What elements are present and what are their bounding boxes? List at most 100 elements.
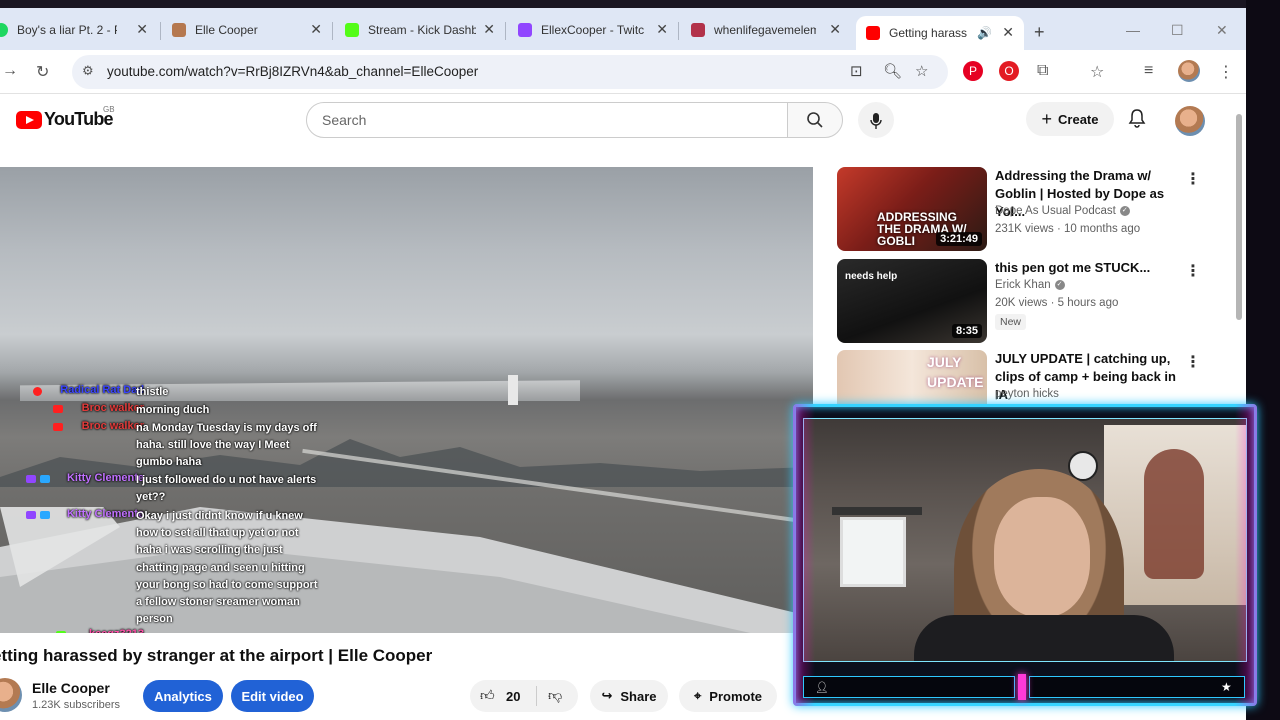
chat-username: keegz3213 (89, 628, 144, 633)
forward-icon[interactable]: → (2, 62, 18, 80)
recommended-channel-name: Dope As Usual Podcast (995, 205, 1116, 217)
star-icon: ★ (1221, 680, 1232, 694)
close-tab-icon[interactable]: ✕ (1002, 24, 1014, 41)
chat-text: I just followed do u not have alerts yet… (136, 474, 317, 504)
minimize-icon[interactable]: — (1126, 22, 1140, 38)
recommended-channel-name: peyton hicks (995, 388, 1059, 400)
channel-name[interactable]: Elle Cooper (32, 680, 110, 696)
video-player[interactable]: Radical Rat Dad thistle Broc walker morn… (0, 167, 813, 633)
dislike-icon[interactable]: 👎︎ (548, 687, 562, 704)
address-bar[interactable]: ⚙ youtube.com/watch?v=RrBj8IZRVn4&ab_cha… (72, 55, 948, 89)
youtube-play-icon (16, 110, 42, 129)
video-thumbnail[interactable]: ADDRESSING THE DRAMA W/ GOBLI 3:21:49 (837, 167, 987, 251)
new-badge: New (995, 314, 1027, 330)
youtube-badge-icon (53, 423, 63, 431)
recommended-channel[interactable]: peyton hicks (995, 388, 1059, 400)
tab-title: whenlifegavemelem (714, 23, 816, 37)
close-tab-icon[interactable]: ✕ (656, 21, 668, 38)
scrollbar-thumb[interactable] (1236, 114, 1242, 320)
verified-check-icon: ✓ (1119, 205, 1130, 216)
close-tab-icon[interactable]: ✕ (483, 21, 495, 38)
voice-search-button[interactable] (858, 102, 894, 138)
opera-icon[interactable]: O (999, 61, 1019, 81)
more-menu-icon[interactable]: ⋮ (1218, 62, 1234, 82)
tab-youtube-active[interactable]: Getting harass 🔊 ✕ (856, 16, 1024, 50)
webcam-person-body (914, 615, 1174, 661)
like-count[interactable]: 20 (506, 689, 520, 704)
recommended-video-title[interactable]: this pen got me STUCK... (995, 259, 1187, 277)
plus-icon: + (1041, 108, 1053, 129)
recommended-video[interactable]: needs help 8:35 this pen got me STUCK...… (837, 259, 1207, 343)
share-label: Share (620, 688, 657, 704)
maximize-icon[interactable]: ☐ (1171, 22, 1184, 39)
media-controls-icon[interactable]: ≡ (1144, 62, 1153, 80)
recommended-video-meta: 20K views · 5 hours ago (995, 297, 1119, 309)
webcam-window (840, 517, 906, 587)
like-icon[interactable]: 👍︎ (480, 687, 495, 704)
promote-button[interactable]: ⌖ Promote (679, 680, 777, 712)
kick-icon (345, 23, 359, 37)
close-tab-icon[interactable]: ✕ (310, 21, 322, 38)
tab-kick-dashboard[interactable]: Stream - Kick Dashb ✕ (345, 18, 495, 42)
subscriber-badge-icon (40, 475, 50, 483)
search-input[interactable]: Search (306, 102, 788, 138)
spotify-icon (0, 23, 8, 37)
tab-title: Elle Cooper (195, 23, 258, 37)
recommended-video-meta: 231K views · 10 months ago (995, 223, 1141, 235)
tab-bar: Boy's a liar Pt. 2 - P ✕ Elle Cooper ✕ S… (0, 0, 1246, 50)
share-button[interactable]: ↪ Share (590, 680, 668, 712)
create-button[interactable]: + Create (1026, 102, 1114, 136)
tab-elle-cooper[interactable]: Elle Cooper ✕ (172, 18, 322, 42)
zoom-icon[interactable]: 🔍︎ (883, 62, 902, 80)
twitch-icon (518, 23, 532, 37)
analytics-button[interactable]: Analytics (143, 680, 223, 712)
promote-icon: ⌖ (693, 688, 702, 703)
recommended-video[interactable]: ADDRESSING THE DRAMA W/ GOBLI 3:21:49 Ad… (837, 167, 1207, 251)
new-tab-button[interactable]: + (1034, 22, 1045, 43)
pinterest-icon[interactable]: P (963, 61, 983, 81)
more-actions-icon[interactable]: ⋮ (1185, 261, 1201, 281)
account-avatar[interactable] (1175, 106, 1205, 136)
page-scrollbar[interactable] (1234, 100, 1244, 330)
extensions-icon[interactable]: ⧉ (1037, 62, 1048, 80)
tab-twitch[interactable]: EllexCooper - Twitc ✕ (518, 18, 668, 42)
video-thumbnail[interactable]: needs help 8:35 (837, 259, 987, 343)
kick-badge-icon (56, 631, 66, 633)
tab-spotify[interactable]: Boy's a liar Pt. 2 - P ✕ (0, 18, 148, 42)
webcam-info-bar (1029, 676, 1245, 698)
profile-avatar[interactable] (1178, 60, 1200, 82)
reload-icon[interactable]: ↻ (36, 62, 49, 82)
site-info-icon[interactable]: ⚙ (82, 63, 94, 79)
site-favicon-icon (691, 23, 705, 37)
search-button[interactable] (787, 102, 843, 138)
chat-text: thistle (136, 386, 169, 398)
webcam-overlay: 👤︎ ★ (793, 404, 1257, 706)
promote-label: Promote (709, 688, 763, 704)
browser-toolbar: → ↻ ⚙ youtube.com/watch?v=RrBj8IZRVn4&ab… (0, 50, 1246, 94)
edit-video-button[interactable]: Edit video (231, 680, 314, 712)
tab-title: Getting harass (889, 26, 968, 40)
close-tab-icon[interactable]: ✕ (136, 21, 148, 38)
close-window-icon[interactable]: ✕ (1216, 22, 1228, 39)
recommended-channel[interactable]: Erick Khan ✓ (995, 279, 1065, 291)
close-tab-icon[interactable]: ✕ (829, 21, 841, 38)
recommended-channel[interactable]: Dope As Usual Podcast ✓ (995, 205, 1130, 217)
country-code: GB (103, 105, 115, 114)
address-url[interactable]: youtube.com/watch?v=RrBj8IZRVn4&ab_chann… (107, 64, 478, 79)
youtube-favicon-icon (866, 26, 880, 40)
notifications-bell-icon[interactable] (1128, 108, 1146, 133)
tab-whenlifegavemelemons[interactable]: whenlifegavemelem ✕ (691, 18, 841, 42)
tab-title: Boy's a liar Pt. 2 - P (17, 23, 117, 37)
youtube-logo[interactable]: YouTube GB (16, 105, 115, 130)
more-actions-icon[interactable]: ⋮ (1185, 169, 1201, 189)
bookmarks-icon[interactable]: ☆ (1090, 62, 1104, 82)
bookmark-star-icon[interactable]: ☆ (915, 62, 928, 80)
stream-chat-overlay: Radical Rat Dad thistle Broc walker morn… (0, 365, 330, 633)
search-icon (807, 111, 823, 128)
channel-avatar[interactable] (0, 678, 22, 712)
more-actions-icon[interactable]: ⋮ (1185, 352, 1201, 372)
audio-playing-icon[interactable]: 🔊 (977, 26, 992, 40)
install-app-icon[interactable]: ⊡ (850, 62, 863, 80)
tab-title: Stream - Kick Dashb (368, 23, 476, 37)
webcam-name-bar (803, 676, 1015, 698)
